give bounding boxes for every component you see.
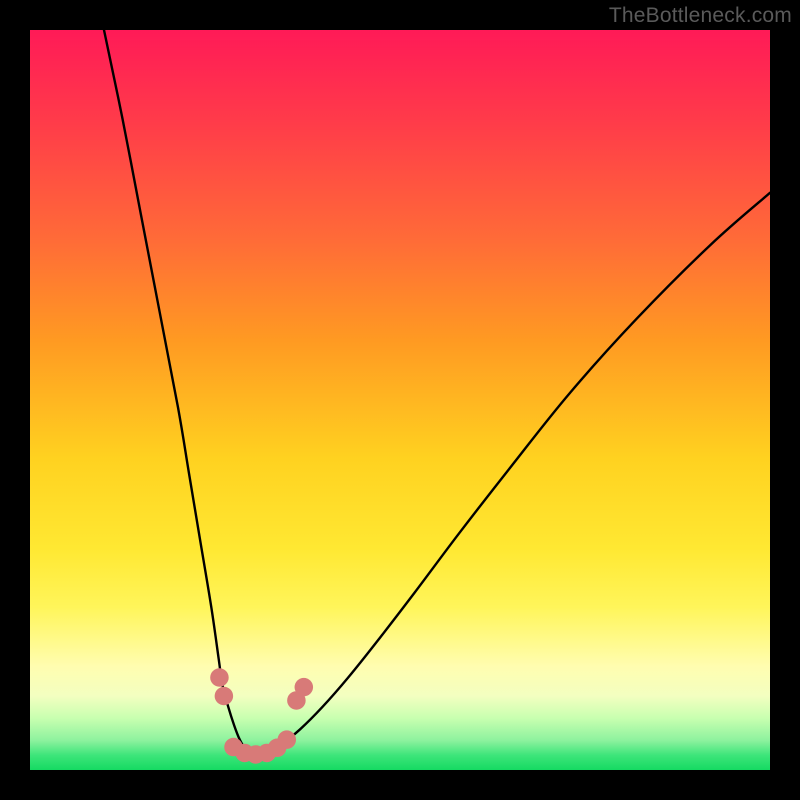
plot-area (30, 30, 770, 770)
watermark-text: TheBottleneck.com (609, 4, 792, 28)
valley-marker (278, 730, 297, 749)
curves-svg (30, 30, 770, 770)
valley-marker (215, 687, 234, 706)
valley-markers (210, 668, 313, 763)
chart-frame: TheBottleneck.com (0, 0, 800, 800)
right-curve (256, 193, 770, 755)
valley-marker (295, 678, 314, 697)
left-curve (104, 30, 256, 755)
valley-marker (210, 668, 229, 687)
